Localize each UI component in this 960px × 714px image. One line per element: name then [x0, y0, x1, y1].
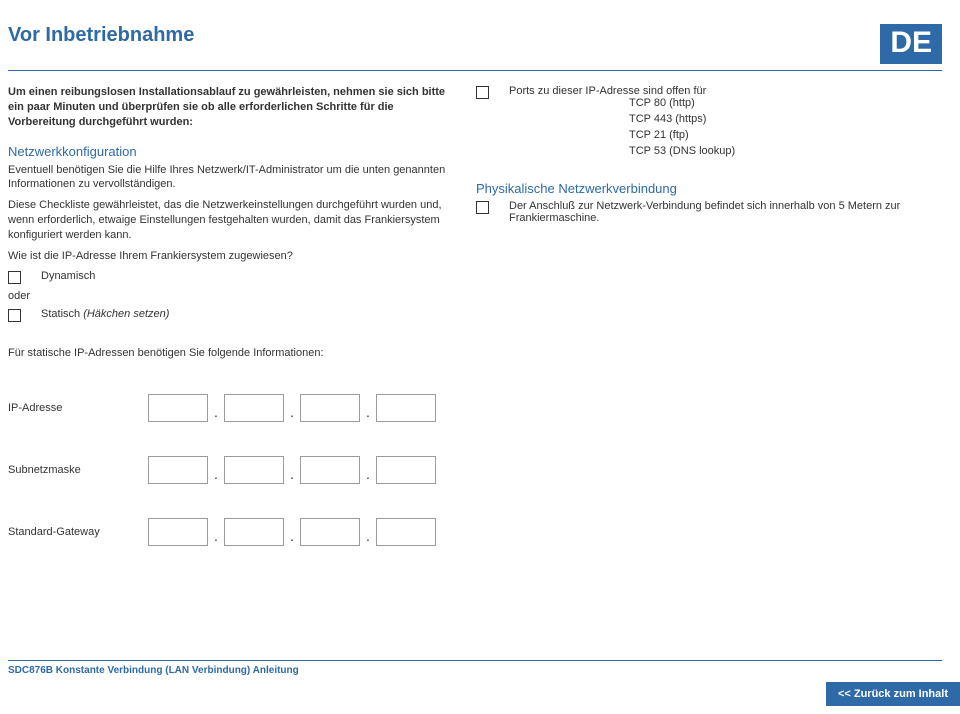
ip-octet-input[interactable]: [376, 394, 436, 422]
page-title: Vor Inbetriebnahme: [8, 24, 194, 47]
checkbox-dynamic[interactable]: [8, 271, 21, 284]
ip-dot: .: [360, 528, 376, 546]
footer-doc-id: SDC876B Konstante Verbindung (LAN Verbin…: [8, 665, 942, 676]
port-item: TCP 443 (https): [629, 113, 942, 125]
header-divider: [8, 70, 942, 71]
language-badge: DE: [880, 24, 942, 64]
label-static: Statisch (Häkchen setzen): [41, 308, 169, 320]
port-item: TCP 53 (DNS lookup): [629, 145, 942, 157]
port-item: TCP 80 (http): [629, 97, 942, 109]
intro-paragraph: Um einen reibungslosen Installationsabla…: [8, 85, 448, 130]
label-subnet: Subnetzmaske: [8, 464, 148, 476]
ip-octet-input[interactable]: [148, 518, 208, 546]
label-gateway: Standard-Gateway: [8, 526, 148, 538]
label-dynamic: Dynamisch: [41, 270, 95, 282]
ip-address-row: IP-Adresse . . .: [8, 394, 942, 422]
ip-dot: .: [208, 466, 224, 484]
ip-dot: .: [284, 404, 300, 422]
ip-octet-input[interactable]: [376, 518, 436, 546]
ip-octet-input[interactable]: [300, 518, 360, 546]
ip-dot: .: [360, 466, 376, 484]
ip-dot: .: [208, 404, 224, 422]
port-item: TCP 21 (ftp): [629, 129, 942, 141]
label-oder: oder: [8, 290, 448, 302]
ip-octet-input[interactable]: [376, 456, 436, 484]
ip-octet-input[interactable]: [224, 456, 284, 484]
static-info-text: Für statische IP-Adressen benötigen Sie …: [8, 346, 942, 361]
ports-intro: Ports zu dieser IP-Adresse sind offen fü…: [509, 85, 942, 97]
ip-dot: .: [360, 404, 376, 422]
checkbox-physical[interactable]: [476, 201, 489, 214]
label-ip-address: IP-Adresse: [8, 402, 148, 414]
netconfig-p1: Eventuell benötigen Sie die Hilfe Ihres …: [8, 163, 448, 193]
ip-dot: .: [208, 528, 224, 546]
subnet-row: Subnetzmaske . . .: [8, 456, 942, 484]
physical-text: Der Anschluß zur Netzwerk-Verbindung bef…: [509, 200, 942, 224]
checkbox-static[interactable]: [8, 309, 21, 322]
footer-divider: [8, 660, 942, 661]
back-to-contents-button[interactable]: << Zurück zum Inhalt: [826, 682, 960, 706]
ip-octet-input[interactable]: [224, 394, 284, 422]
physical-heading: Physikalische Netzwerkverbindung: [476, 181, 942, 196]
netconfig-heading: Netzwerkkonfiguration: [8, 144, 448, 159]
ip-octet-input[interactable]: [300, 456, 360, 484]
gateway-row: Standard-Gateway . . .: [8, 518, 942, 546]
checkbox-ports[interactable]: [476, 86, 489, 99]
ip-question: Wie ist die IP-Adresse Ihrem Frankiersys…: [8, 249, 448, 264]
ip-dot: .: [284, 528, 300, 546]
ports-list: TCP 80 (http) TCP 443 (https) TCP 21 (ft…: [629, 97, 942, 157]
ip-octet-input[interactable]: [300, 394, 360, 422]
netconfig-p2: Diese Checkliste gewährleistet, das die …: [8, 198, 448, 243]
ip-octet-input[interactable]: [148, 394, 208, 422]
ip-octet-input[interactable]: [224, 518, 284, 546]
ip-dot: .: [284, 466, 300, 484]
ip-octet-input[interactable]: [148, 456, 208, 484]
